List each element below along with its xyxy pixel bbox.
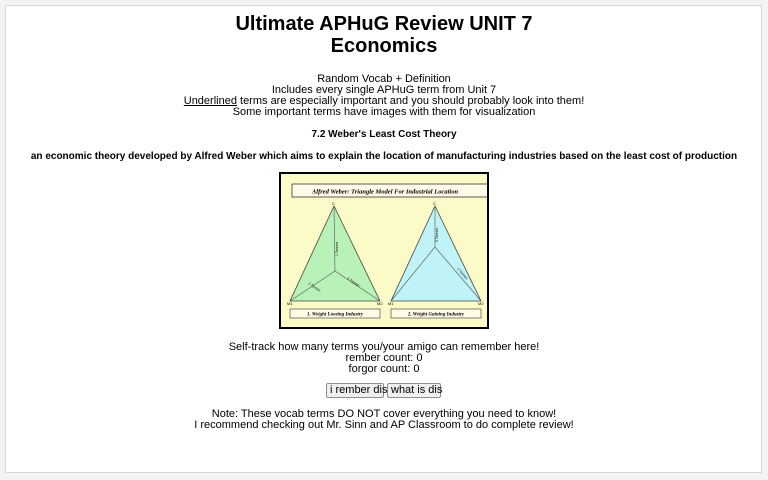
forgor-count: 0 [413, 363, 420, 375]
term-name: 7.2 Weber's Least Cost Theory [311, 129, 457, 140]
note-line-2: I recommend checking out Mr. Sinn and AP… [194, 419, 574, 431]
left-vertex-top: C [332, 201, 335, 206]
right-vertex-top: C [433, 201, 436, 206]
right-seg-top-label: 2 Tonnes [435, 228, 439, 242]
remember-button[interactable]: i rember dis [326, 383, 387, 398]
term-image: Alfred Weber: Triangle Model For Industr… [279, 172, 489, 329]
right-vertex-right: M2 [478, 301, 484, 306]
left-caption: 1. Weight Loosing Industry [307, 313, 364, 318]
left-vertex-right: M2 [377, 301, 383, 306]
page-title: Ultimate APHuG Review UNIT 7 [235, 13, 533, 35]
left-seg-top-label: 1 Tonnes [335, 242, 339, 256]
right-vertex-left: M1 [388, 301, 394, 306]
left-vertex-left: M1 [287, 301, 293, 306]
underlined-word: Underlined [183, 95, 237, 107]
forgor-count-label: forgor count: [348, 363, 411, 375]
diagram-heading: Alfred Weber: Triangle Model For Industr… [311, 189, 459, 196]
what-is-this-button[interactable]: what is dis [387, 383, 442, 398]
right-caption: 2. Weight Gaining Industry [407, 313, 465, 318]
term-definition: an economic theory developed by Alfred W… [30, 151, 738, 162]
intro-line-4: Some important terms have images with th… [232, 106, 536, 118]
page-subtitle: Economics [330, 35, 438, 57]
forgor-count-line: forgor count: 0 [0, 364, 768, 375]
weber-triangle-diagram: Alfred Weber: Triangle Model For Industr… [281, 174, 487, 327]
